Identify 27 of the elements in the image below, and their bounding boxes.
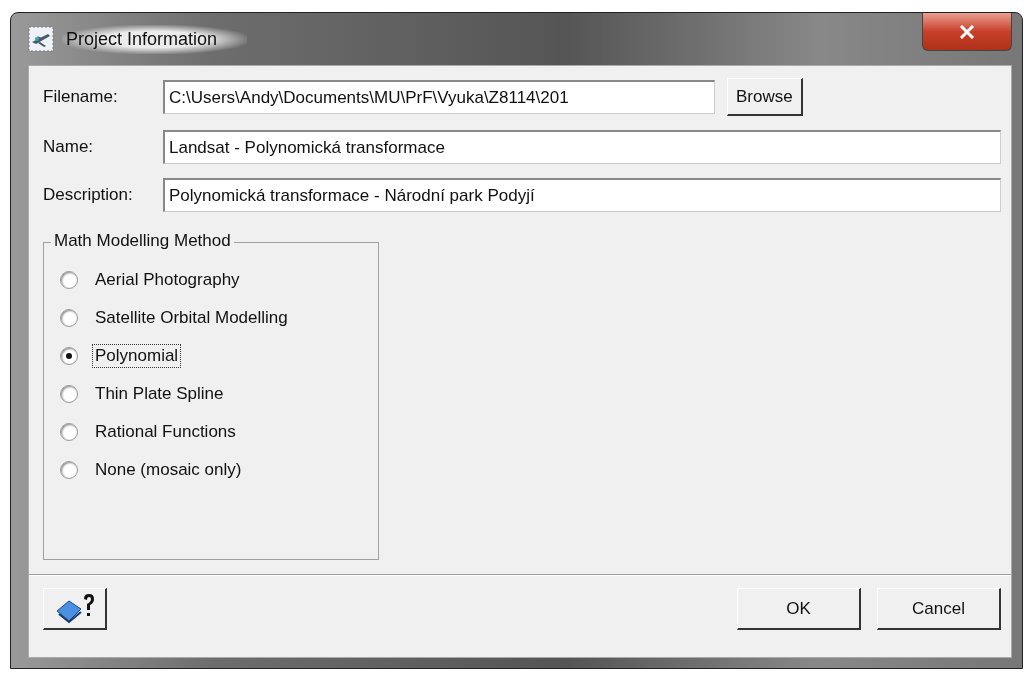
ok-button[interactable]: OK [737, 588, 861, 630]
close-icon [959, 24, 975, 39]
radio-button[interactable] [60, 347, 78, 365]
text-field[interactable]: Landsat - Polynomická transformace [163, 130, 1001, 164]
cancel-button[interactable]: Cancel [877, 588, 1001, 630]
radio-label[interactable]: Polynomial [92, 344, 182, 368]
group-title: Math Modelling Method [51, 231, 234, 251]
radio-button[interactable] [60, 423, 78, 441]
radio-label[interactable]: Aerial Photography [92, 268, 243, 292]
radio-button[interactable] [60, 309, 78, 327]
window-title: Project Information [62, 24, 248, 54]
close-button[interactable] [922, 13, 1012, 51]
browse-button[interactable]: Browse [727, 78, 803, 116]
radio-label[interactable]: Rational Functions [92, 420, 239, 444]
radio-label[interactable]: None (mosaic only) [92, 458, 245, 482]
field-label: Name: [43, 137, 95, 157]
field-label: Description: [43, 185, 134, 205]
radio-button[interactable] [60, 461, 78, 479]
field-label: Filename: [43, 87, 119, 107]
radio-label[interactable]: Thin Plate Spline [92, 382, 227, 406]
radio-button[interactable] [60, 271, 78, 289]
text-field[interactable]: Polynomická transformace - Národní park Podyjí [163, 178, 1001, 212]
radio-button[interactable] [60, 385, 78, 403]
book-question-icon [54, 592, 95, 625]
radio-label[interactable]: Satellite Orbital Modelling [92, 306, 291, 330]
help-button[interactable] [43, 588, 107, 630]
text-field[interactable]: C:\Users\Andy\Documents\MU\PrF\Vyuka\Z8114\201 [163, 80, 715, 114]
